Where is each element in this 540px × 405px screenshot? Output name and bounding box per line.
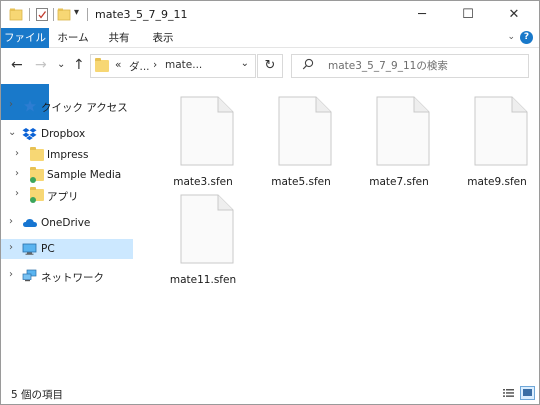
sidebar-item-label: クイック アクセス: [41, 102, 128, 114]
computer-icon: [22, 242, 37, 256]
breadcrumb-segment[interactable]: mate...: [165, 59, 202, 71]
file-icon: [278, 96, 332, 166]
tab-share[interactable]: 共有: [99, 28, 139, 48]
chevron-right-icon[interactable]: ›: [9, 269, 13, 280]
close-button[interactable]: ✕: [491, 1, 537, 28]
file-icon: [180, 96, 234, 166]
explorer-window: ▾ mate3_5_7_9_11 ─ ☐ ✕ ファイル ホーム 共有 表示 ⌄ …: [0, 0, 540, 405]
maximize-button[interactable]: ☐: [445, 1, 491, 28]
chevron-right-icon[interactable]: ›: [9, 216, 13, 227]
chevron-right-icon[interactable]: ›: [15, 188, 19, 199]
item-count: 5 個の項目: [11, 389, 64, 401]
sidebar-item-label: アプリ: [47, 191, 79, 203]
chevron-right-icon[interactable]: ›: [9, 242, 13, 253]
sidebar-item-quick-access[interactable]: › クイック アクセス: [1, 96, 133, 116]
refresh-button[interactable]: ↻: [257, 54, 283, 78]
search-icon: [302, 58, 314, 73]
navigation-pane: › クイック アクセス ⌄ Dropbox › Impress › Sample…: [1, 84, 135, 374]
minimize-button[interactable]: ─: [399, 1, 445, 28]
chevron-right-icon[interactable]: ›: [15, 148, 19, 159]
properties-icon[interactable]: [35, 7, 49, 22]
file-icon: [474, 96, 528, 166]
sidebar-item-network[interactable]: › ネットワーク: [1, 266, 133, 286]
folder-icon: [95, 58, 109, 72]
sidebar-item-sample-media[interactable]: › Sample Media: [1, 165, 133, 185]
toolbar-separator: [53, 8, 54, 21]
sidebar-item-label: Sample Media: [47, 169, 122, 181]
file-name: mate5.sfen: [271, 176, 331, 188]
sidebar-item-apps[interactable]: › アプリ: [1, 185, 133, 205]
sync-status-icon: [30, 177, 36, 183]
large-icons-view-icon: [523, 389, 532, 396]
sidebar-item-label: Dropbox: [41, 128, 86, 140]
sidebar-item-label: ネットワーク: [41, 272, 104, 284]
title-bar: ▾ mate3_5_7_9_11 ─ ☐ ✕: [1, 1, 539, 28]
toolbar-separator: [29, 8, 30, 21]
breadcrumb-separator: ›: [153, 59, 158, 71]
sidebar-item-onedrive[interactable]: › OneDrive: [1, 213, 133, 233]
chevron-down-icon[interactable]: ⌄: [8, 127, 16, 138]
forward-button[interactable]: →: [35, 57, 47, 73]
address-dropdown-icon[interactable]: ⌄: [241, 58, 249, 69]
breadcrumb-overflow[interactable]: «: [115, 59, 121, 71]
ribbon-tabs: ファイル ホーム 共有 表示 ⌄ ?: [1, 28, 539, 120]
file-item[interactable]: mate3.sfen: [155, 88, 251, 188]
navigation-bar: ← → ⌄ ↑ « ダ... › mate... ⌄ ↻: [1, 48, 539, 84]
file-item[interactable]: mate7.sfen: [351, 88, 447, 188]
folder-icon: [30, 167, 44, 183]
minimize-icon: ─: [418, 7, 426, 22]
sidebar-item-label: Impress: [47, 149, 89, 161]
up-button[interactable]: ↑: [73, 57, 85, 73]
sidebar-item-dropbox[interactable]: ⌄ Dropbox: [1, 124, 133, 144]
file-icon: [180, 194, 234, 264]
file-item[interactable]: mate11.sfen: [155, 186, 251, 286]
window-title: mate3_5_7_9_11: [95, 8, 188, 21]
file-item[interactable]: mate5.sfen: [253, 88, 349, 188]
help-icon[interactable]: ?: [520, 31, 533, 44]
expand-ribbon-icon[interactable]: ⌄: [507, 32, 515, 42]
new-folder-icon[interactable]: [57, 7, 71, 22]
breadcrumb-segment[interactable]: ダ...: [129, 59, 150, 74]
back-button[interactable]: ←: [11, 57, 23, 73]
folder-icon[interactable]: [9, 7, 23, 22]
large-icons-view-button[interactable]: [520, 386, 535, 400]
address-bar[interactable]: « ダ... › mate... ⌄: [90, 54, 256, 78]
recent-locations-button[interactable]: ⌄: [57, 59, 65, 70]
tab-view[interactable]: 表示: [143, 28, 183, 48]
toolbar-separator: [87, 8, 88, 21]
close-icon: ✕: [508, 7, 520, 22]
folder-icon: [30, 187, 44, 203]
file-name: mate9.sfen: [467, 176, 527, 188]
sync-status-icon: [30, 197, 36, 203]
chevron-right-icon[interactable]: ›: [9, 99, 13, 110]
details-view-icon: [503, 389, 514, 397]
file-name: mate7.sfen: [369, 176, 429, 188]
sidebar-item-pc[interactable]: › PC: [1, 239, 133, 259]
file-name: mate11.sfen: [169, 274, 237, 286]
customize-toolbar-dropdown[interactable]: ▾: [74, 7, 79, 18]
refresh-icon: ↻: [264, 58, 276, 73]
search-box[interactable]: [291, 54, 529, 78]
sidebar-item-label: OneDrive: [41, 217, 91, 229]
file-item[interactable]: mate9.sfen: [449, 88, 540, 188]
cloud-icon: [22, 216, 37, 230]
sidebar-item-label: PC: [41, 243, 55, 255]
folder-icon: [30, 147, 44, 161]
sidebar-item-impress[interactable]: › Impress: [1, 145, 133, 165]
dropbox-icon: [22, 127, 37, 141]
maximize-icon: ☐: [462, 7, 474, 22]
search-input[interactable]: [328, 60, 518, 72]
status-bar: 5 個の項目: [1, 381, 539, 405]
tab-home[interactable]: ホーム: [53, 28, 93, 48]
file-icon: [376, 96, 430, 166]
file-view: mate3.sfen mate5.sfen mate7.sfen mate9.s…: [141, 84, 539, 374]
star-icon: [23, 99, 37, 113]
chevron-right-icon[interactable]: ›: [15, 168, 19, 179]
network-icon: [22, 269, 37, 283]
details-view-button[interactable]: [501, 386, 516, 400]
